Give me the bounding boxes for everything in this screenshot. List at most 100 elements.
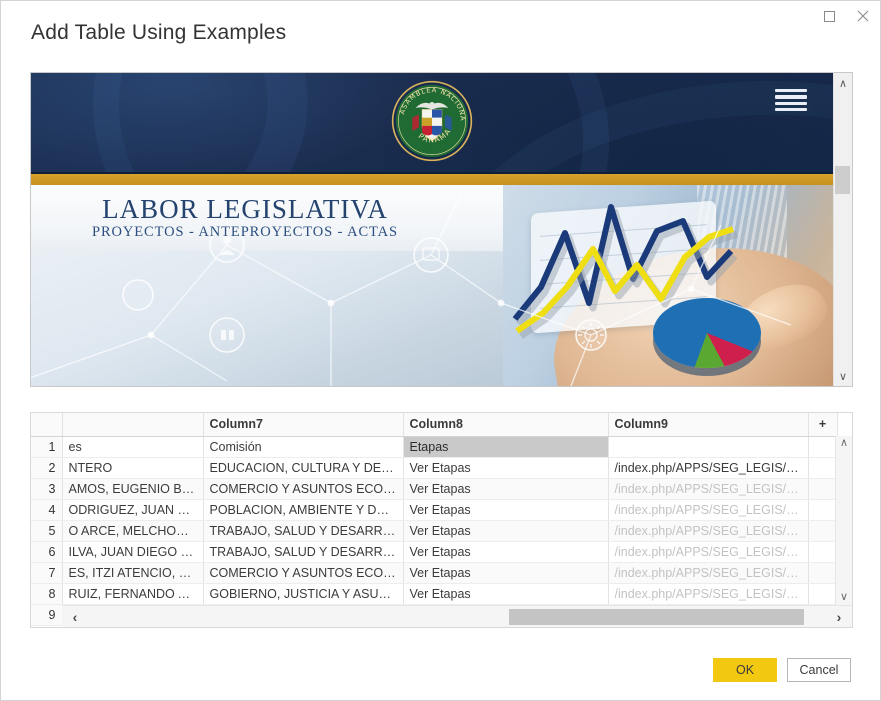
cell-blank-column[interactable]: ES, ITZI ATENCIO, EVER... [62, 562, 204, 584]
cancel-button[interactable]: Cancel [787, 658, 851, 682]
hamburger-bar [775, 101, 807, 105]
cell-column9[interactable]: /index.php/APPS/SEG_LEGIS/PDF_... [608, 541, 809, 563]
cell-column9[interactable]: /index.php/APPS/SEG_LEGIS/PDF_... [608, 520, 809, 542]
row-number[interactable]: 1 [31, 436, 63, 458]
cell-add-column[interactable] [808, 478, 838, 500]
cell-blank-column[interactable]: AMOS, EUGENIO BERNA... [62, 478, 204, 500]
table-row[interactable]: 4 ODRIGUEZ, JUAN DIEGO ... POBLACION, AM… [31, 499, 838, 521]
row-number[interactable]: 7 [31, 562, 63, 584]
cell-column8[interactable]: Etapas [403, 436, 609, 458]
cell-column7[interactable]: POBLACION, AMBIENTE Y DESAR... [203, 499, 404, 521]
cell-column7[interactable]: TRABAJO, SALUD Y DESARROLLO ... [203, 520, 404, 542]
grid-hscroll-track[interactable] [88, 606, 826, 628]
cell-add-column[interactable] [808, 520, 838, 542]
cell-blank-column[interactable]: O ARCE, MELCHOR HER... [62, 520, 204, 542]
row-number[interactable]: 4 [31, 499, 63, 521]
grid-column-header-column7[interactable]: Column7 [203, 413, 404, 437]
preview-scroll-up-button[interactable]: ∧ [834, 73, 853, 93]
row-number[interactable]: 8 [31, 583, 63, 605]
table-row[interactable]: 1 es Comisión Etapas [31, 436, 838, 458]
web-preview-content[interactable]: ASAMBLEA NACIONAL PANAMA [31, 73, 833, 386]
grid-table: Column7 Column8 Column9 + 1 es Comisión … [31, 413, 838, 626]
web-preview-pane: ASAMBLEA NACIONAL PANAMA [30, 72, 853, 387]
cell-column9[interactable]: /index.php/APPS/SEG_LEGIS/PDF_... [608, 562, 809, 584]
grid-scroll-left-button[interactable]: ‹ [62, 609, 88, 625]
row-number[interactable]: 6 [31, 541, 63, 563]
cell-column7[interactable]: EDUCACION, CULTURA Y DEPORT... [203, 457, 404, 479]
cell-column8[interactable]: Ver Etapas [403, 520, 609, 542]
cell-column7[interactable]: TRABAJO, SALUD Y DESARROLLO ... [203, 541, 404, 563]
grid-corner-header[interactable] [31, 413, 63, 437]
cell-blank-column[interactable]: NTERO [62, 457, 204, 479]
example-data-grid[interactable]: Column7 Column8 Column9 + 1 es Comisión … [30, 412, 853, 628]
cell-column7[interactable]: COMERCIO Y ASUNTOS ECONOM... [203, 562, 404, 584]
asamblea-nacional-panama-logo-icon: ASAMBLEA NACIONAL PANAMA [391, 80, 473, 162]
add-column-button[interactable]: + [808, 413, 838, 437]
cell-add-column[interactable] [808, 499, 838, 521]
grid-hscroll-thumb[interactable] [508, 608, 804, 625]
hero-title: LABOR LEGISLATIVA [102, 194, 388, 224]
grid-scroll-down-button[interactable]: ∨ [840, 592, 848, 603]
grid-column-header-column8[interactable]: Column8 [403, 413, 609, 437]
close-button[interactable] [846, 2, 880, 30]
grid-body: 1 es Comisión Etapas 2 NTERO EDUCACION, … [31, 436, 838, 626]
maximize-button[interactable] [812, 2, 846, 30]
grid-vertical-scrollbar[interactable]: ∧ ∨ [835, 436, 852, 605]
hero-title-block: LABOR LEGISLATIVA PROYECTOS - ANTEPROYEC… [85, 195, 405, 241]
cell-column7[interactable]: COMERCIO Y ASUNTOS ECONOM... [203, 478, 404, 500]
cell-column8[interactable]: Ver Etapas [403, 541, 609, 563]
cell-add-column[interactable] [808, 583, 838, 605]
preview-scroll-down-button[interactable]: ∨ [834, 366, 853, 386]
grid-column-header-blank[interactable] [62, 413, 204, 437]
row-number[interactable]: 3 [31, 478, 63, 500]
table-row[interactable]: 2 NTERO EDUCACION, CULTURA Y DEPORT... V… [31, 457, 838, 479]
maximize-icon [823, 10, 835, 22]
cell-add-column[interactable] [808, 562, 838, 584]
cell-column8[interactable]: Ver Etapas [403, 583, 609, 605]
table-row[interactable]: 5 O ARCE, MELCHOR HER... TRABAJO, SALUD … [31, 520, 838, 542]
preview-scrollbar-thumb[interactable] [835, 166, 850, 194]
gold-divider-band [31, 174, 833, 185]
dialog-footer: OK Cancel [713, 658, 851, 682]
cell-add-column[interactable] [808, 436, 838, 458]
cell-column8[interactable]: Ver Etapas [403, 562, 609, 584]
grid-column-header-column9[interactable]: Column9 [608, 413, 809, 437]
cell-column9[interactable]: /index.php/APPS/SEG_LEGIS/PDF_... [608, 499, 809, 521]
row-number[interactable]: 5 [31, 520, 63, 542]
cell-column9[interactable]: /index.php/APPS/SEG_LEGIS/PDF_... [608, 457, 809, 479]
cell-column8[interactable]: Ver Etapas [403, 478, 609, 500]
cell-column9[interactable] [608, 436, 809, 458]
cell-column9[interactable]: /index.php/APPS/SEG_LEGIS/PDF_... [608, 583, 809, 605]
grid-header-row: Column7 Column8 Column9 + [31, 413, 838, 437]
cell-blank-column[interactable]: es [62, 436, 204, 458]
hamburger-bar [775, 107, 807, 111]
hamburger-menu-icon[interactable] [771, 86, 811, 114]
site-header: ASAMBLEA NACIONAL PANAMA [31, 73, 833, 172]
cell-add-column[interactable] [808, 457, 838, 479]
page-title: Add Table Using Examples [31, 21, 287, 44]
grid-scroll-right-button[interactable]: › [826, 609, 852, 625]
hero-banner: LABOR LEGISLATIVA PROYECTOS - ANTEPROYEC… [31, 185, 833, 386]
table-row[interactable]: 3 AMOS, EUGENIO BERNA... COMERCIO Y ASUN… [31, 478, 838, 500]
cell-column9[interactable]: /index.php/APPS/SEG_LEGIS/PDF_... [608, 478, 809, 500]
grid-horizontal-scrollbar[interactable]: ‹ › [62, 605, 852, 627]
hamburger-bar [775, 95, 807, 99]
row-number[interactable]: 2 [31, 457, 63, 479]
cell-blank-column[interactable]: ILVA, JUAN DIEGO VAS... [62, 541, 204, 563]
close-icon [857, 10, 869, 22]
row-number[interactable]: 9 [31, 604, 63, 626]
cell-column7[interactable]: Comisión [203, 436, 404, 458]
grid-scroll-up-button[interactable]: ∧ [840, 438, 848, 449]
cell-blank-column[interactable]: RUIZ, FERNANDO ARCE... [62, 583, 204, 605]
cell-add-column[interactable] [808, 541, 838, 563]
preview-vertical-scrollbar[interactable]: ∧ ∨ [833, 73, 852, 386]
ok-button[interactable]: OK [713, 658, 777, 682]
cell-blank-column[interactable]: ODRIGUEZ, JUAN DIEGO ... [62, 499, 204, 521]
cell-column8[interactable]: Ver Etapas [403, 457, 609, 479]
cell-column8[interactable]: Ver Etapas [403, 499, 609, 521]
titlebar-buttons [812, 1, 880, 31]
table-row[interactable]: 6 ILVA, JUAN DIEGO VAS... TRABAJO, SALUD… [31, 541, 838, 563]
table-row[interactable]: 7 ES, ITZI ATENCIO, EVER... COMERCIO Y A… [31, 562, 838, 584]
cell-column7[interactable]: GOBIERNO, JUSTICIA Y ASUNTOS ... [203, 583, 404, 605]
table-row[interactable]: 8 RUIZ, FERNANDO ARCE... GOBIERNO, JUSTI… [31, 583, 838, 605]
